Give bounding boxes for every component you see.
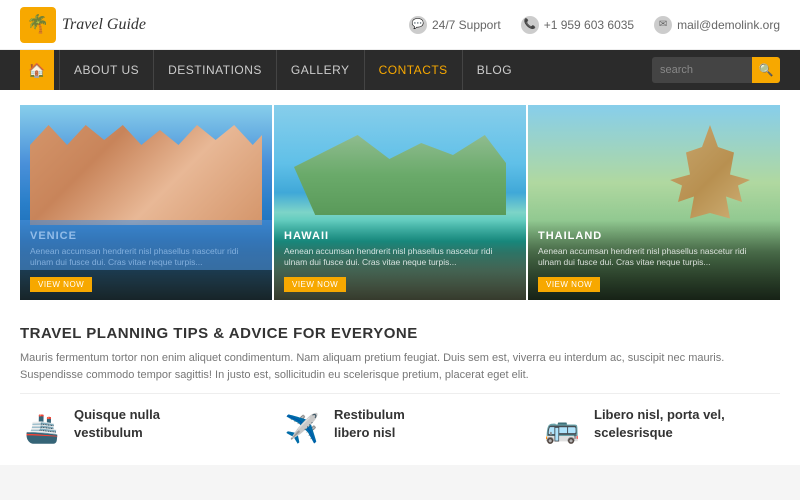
nav-items: ABOUT US DESTINATIONS GALLERY CONTACTS B… <box>59 50 652 90</box>
hawaii-overlay: HAWAII Aenean accumsan hendrerit nisl ph… <box>274 220 526 300</box>
palm-tree-icon: 🌴 <box>27 14 49 35</box>
venice-view-btn[interactable]: VIEW NOW <box>30 277 92 292</box>
nav-item-about-us[interactable]: ABOUT US <box>59 50 153 90</box>
venice-desc: Aenean accumsan hendrerit nisl phasellus… <box>30 246 262 268</box>
nav-item-destinations[interactable]: DESTINATIONS <box>153 50 276 90</box>
phone-text: +1 959 603 6035 <box>544 18 634 32</box>
nav-item-contacts[interactable]: CONTACTS <box>364 50 462 90</box>
thailand-image: THAILAND Aenean accumsan hendrerit nisl … <box>528 105 780 300</box>
phone-icon: 📞 <box>521 16 539 34</box>
plane-icon: ✈️ <box>280 406 324 450</box>
bus-icon: 🚌 <box>540 406 584 450</box>
gallery-item-venice: VENICE Aenean accumsan hendrerit nisl ph… <box>20 105 272 300</box>
venice-title: VENICE <box>30 230 262 242</box>
nav-home-button[interactable]: 🏠 <box>20 50 54 90</box>
gallery-item-hawaii: HAWAII Aenean accumsan hendrerit nisl ph… <box>274 105 526 300</box>
feature-ship: 🚢 Quisque nullavestibulum <box>20 406 260 450</box>
thailand-desc: Aenean accumsan hendrerit nisl phasellus… <box>538 246 770 268</box>
thailand-view-btn[interactable]: VIEW NOW <box>538 277 600 292</box>
phone-item: 📞 +1 959 603 6035 <box>521 16 634 34</box>
ship-icon: 🚢 <box>20 406 64 450</box>
top-bar: 🌴 Travel Guide 💬 24/7 Support 📞 +1 959 6… <box>0 0 800 50</box>
hawaii-desc: Aenean accumsan hendrerit nisl phasellus… <box>284 246 516 268</box>
gallery-item-thailand: THAILAND Aenean accumsan hendrerit nisl … <box>528 105 780 300</box>
logo-icon: 🌴 <box>20 7 56 43</box>
thailand-title: THAILAND <box>538 230 770 242</box>
main-content: VENICE Aenean accumsan hendrerit nisl ph… <box>0 90 800 465</box>
support-item: 💬 24/7 Support <box>409 16 501 34</box>
hawaii-view-btn[interactable]: VIEW NOW <box>284 277 346 292</box>
thailand-overlay: THAILAND Aenean accumsan hendrerit nisl … <box>528 220 780 300</box>
search-input[interactable] <box>652 64 752 76</box>
tips-body: Mauris fermentum tortor non enim aliquet… <box>20 350 780 383</box>
hawaii-image: HAWAII Aenean accumsan hendrerit nisl ph… <box>274 105 526 300</box>
tips-title: TRAVEL PLANNING TIPS & ADVICE FOR EVERYO… <box>20 325 780 342</box>
email-item: ✉ mail@demolink.org <box>654 16 780 34</box>
logo-text: Travel Guide <box>62 16 146 34</box>
feature-bus: 🚌 Libero nisl, porta vel,scelesrisque <box>540 406 780 450</box>
tips-section: TRAVEL PLANNING TIPS & ADVICE FOR EVERYO… <box>20 320 780 394</box>
email-text: mail@demolink.org <box>677 18 780 32</box>
venice-overlay: VENICE Aenean accumsan hendrerit nisl ph… <box>20 220 272 300</box>
hawaii-title: HAWAII <box>284 230 516 242</box>
support-text: 24/7 Support <box>432 18 501 32</box>
top-contacts: 💬 24/7 Support 📞 +1 959 603 6035 ✉ mail@… <box>409 16 780 34</box>
feature-plane-label: Restibulumlibero nisl <box>334 406 405 442</box>
nav-item-gallery[interactable]: GALLERY <box>276 50 364 90</box>
destination-gallery: VENICE Aenean accumsan hendrerit nisl ph… <box>20 105 780 300</box>
features-section: 🚢 Quisque nullavestibulum ✈️ Restibuluml… <box>20 394 780 450</box>
email-icon: ✉ <box>654 16 672 34</box>
feature-ship-label: Quisque nullavestibulum <box>74 406 160 442</box>
support-icon: 💬 <box>409 16 427 34</box>
logo: 🌴 Travel Guide <box>20 7 146 43</box>
nav-search[interactable]: 🔍 <box>652 57 780 83</box>
search-button[interactable]: 🔍 <box>752 57 780 83</box>
venice-image: VENICE Aenean accumsan hendrerit nisl ph… <box>20 105 272 300</box>
feature-plane: ✈️ Restibulumlibero nisl <box>280 406 520 450</box>
feature-bus-label: Libero nisl, porta vel,scelesrisque <box>594 406 725 442</box>
nav-bar: 🏠 ABOUT US DESTINATIONS GALLERY CONTACTS… <box>0 50 800 90</box>
nav-item-blog[interactable]: BLOG <box>462 50 526 90</box>
